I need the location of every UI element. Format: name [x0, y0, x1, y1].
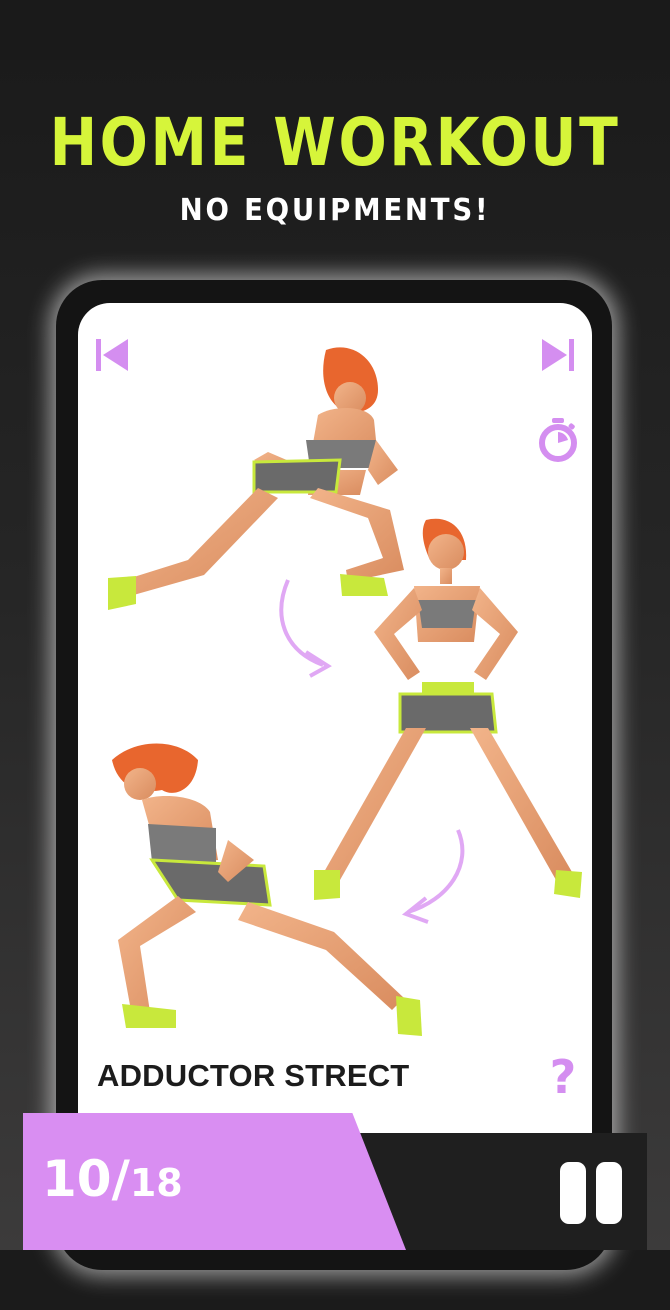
skip-next-icon[interactable] [540, 338, 576, 372]
counter-total: 18 [129, 1161, 183, 1205]
stopwatch-icon[interactable] [538, 418, 578, 462]
exercise-name: ADDUCTOR STRECT [97, 1058, 410, 1093]
arrow-down-left-icon [401, 829, 465, 924]
pause-button[interactable] [560, 1162, 622, 1224]
exercise-counter: 10/18 [42, 1150, 183, 1208]
pause-icon [596, 1162, 622, 1224]
app-subtitle: NO EQUIPMENTS! [179, 193, 491, 228]
counter-separator: / [111, 1150, 130, 1208]
question-mark-icon[interactable]: ? [546, 1052, 580, 1102]
app-title: HOME WORKOUT [49, 104, 621, 181]
figure-lunge-left [108, 347, 404, 610]
counter-current: 10 [42, 1150, 112, 1208]
skip-previous-icon[interactable] [94, 338, 130, 372]
status-bar [0, 0, 670, 60]
pause-icon [560, 1162, 586, 1224]
exercise-illustration [108, 347, 582, 1036]
arrow-down-right-icon [279, 579, 332, 678]
